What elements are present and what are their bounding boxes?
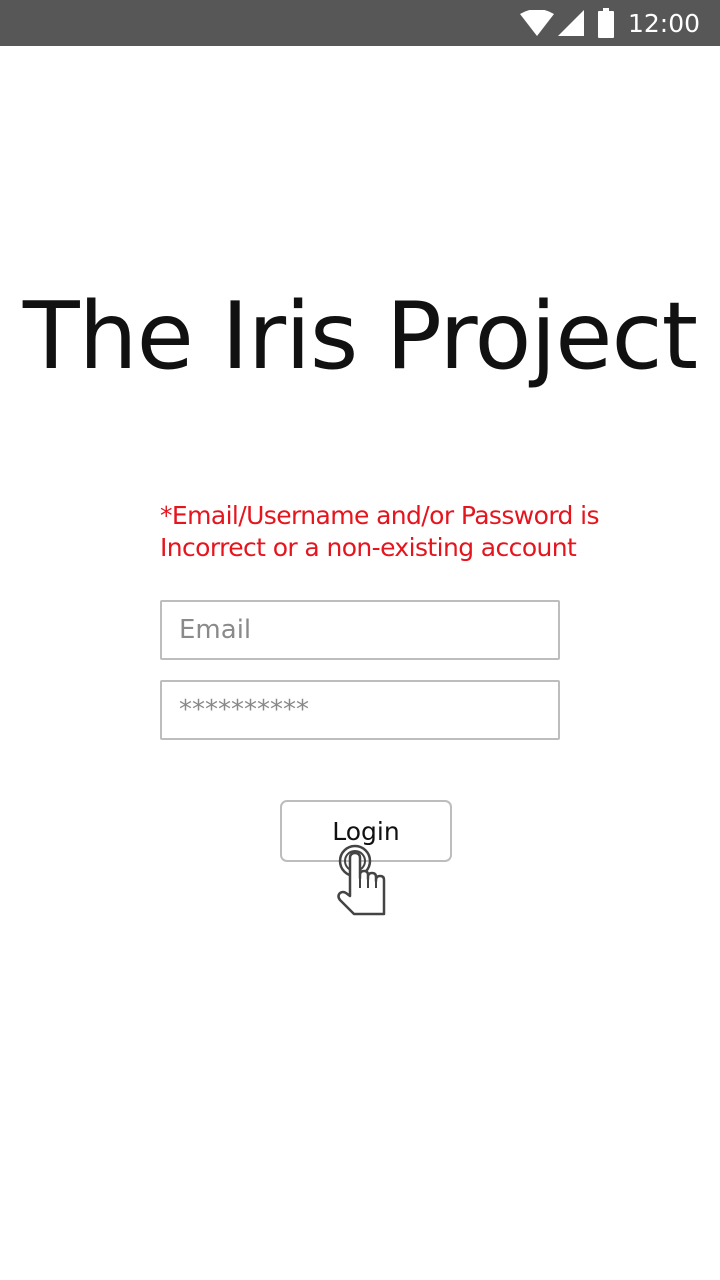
- password-field[interactable]: [160, 680, 560, 740]
- email-input[interactable]: [162, 602, 558, 658]
- cellular-signal-icon: [557, 10, 584, 36]
- login-error-message: *Email/Username and/or Password is Incor…: [160, 501, 600, 562]
- password-input[interactable]: [162, 682, 558, 738]
- battery-icon: [597, 8, 614, 38]
- status-icons: 12:00: [519, 0, 700, 46]
- wifi-icon: [519, 10, 554, 36]
- login-screen: 12:00 The Iris Project *Email/Username a…: [0, 0, 720, 1280]
- app-title: The Iris Project: [22, 282, 698, 390]
- email-field[interactable]: [160, 600, 560, 660]
- status-clock: 12:00: [627, 8, 700, 38]
- hand-pointer-icon: [337, 844, 386, 916]
- status-bar: 12:00: [0, 0, 720, 46]
